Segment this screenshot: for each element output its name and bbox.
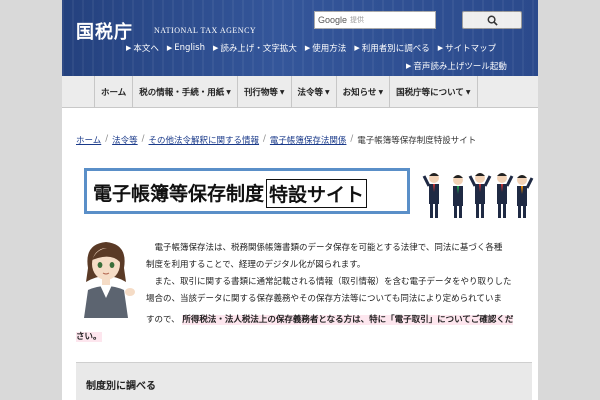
- caret-down-icon: ▼: [226, 88, 231, 96]
- site-header: 国税庁 NATIONAL TAX AGENCY Google 提供 ▶ 本文へ ▶…: [62, 0, 538, 76]
- breadcrumb: ホーム / 法令等 / その他法令解釈に関する情報 / 電子帳簿保存法関係 / …: [76, 134, 476, 146]
- arrow-right-icon: ▶: [126, 44, 132, 52]
- google-brand: Google: [318, 15, 348, 25]
- search-button[interactable]: [462, 11, 522, 29]
- arrow-right-icon: ▶: [213, 44, 219, 52]
- emphasis-text: 所得税法・法人税法上の保存義務者となる方は、特に「電子取引」についてご確認くだ: [182, 315, 514, 325]
- page-title-suffix: 特設サイト: [266, 179, 368, 208]
- utility-link-skip[interactable]: ▶ 本文へ: [126, 42, 159, 54]
- breadcrumb-home[interactable]: ホーム: [76, 134, 101, 146]
- arrow-right-icon: ▶: [166, 44, 173, 52]
- intro-line: すので、: [146, 315, 180, 325]
- arrow-right-icon: ▶: [304, 44, 311, 52]
- nav-news[interactable]: お知らせ ▼: [335, 76, 389, 108]
- utility-link-readaloud[interactable]: ▶ 読み上げ・文字拡大: [213, 42, 297, 54]
- nav-about[interactable]: 国税庁等について ▼: [389, 76, 478, 108]
- intro-line: 場合の、当該データに関する保存義務やその保存方法等についても同法により定められて…: [146, 294, 502, 304]
- intro-line: また、取引に関する書類に通常記載される情報（取引情報）を含む電子データをやり取り…: [154, 277, 512, 287]
- nav-publications[interactable]: 刊行物等 ▼: [236, 76, 291, 108]
- arrow-right-icon: ▶: [437, 44, 444, 52]
- utility-link-english[interactable]: ▶ English: [167, 42, 205, 54]
- section-by-system: 制度別に調べる: [76, 362, 532, 400]
- page-title-main: 電子帳簿等保存制度: [93, 183, 265, 205]
- breadcrumb-separator: /: [263, 134, 266, 144]
- arrow-right-icon: ▶: [354, 44, 360, 52]
- utility-link-byuser[interactable]: ▶ 利用者別に調べる: [354, 42, 429, 54]
- breadcrumb-separator: /: [105, 134, 109, 144]
- breadcrumb-separator: /: [141, 134, 145, 144]
- global-nav: ホーム 税の情報・手続・用紙 ▼ 刊行物等 ▼ 法令等 ▼ お知らせ ▼ 国税庁等につい…: [62, 76, 538, 108]
- intro-line: 電子帳簿保存法は、税務関係帳簿書類のデータ保存を可能とする法律で、同法に基づく各…: [154, 243, 503, 253]
- browser-page: 国税庁 NATIONAL TAX AGENCY Google 提供 ▶ 本文へ ▶…: [62, 0, 538, 400]
- search-icon: [487, 15, 498, 26]
- caret-down-icon: ▼: [325, 88, 330, 96]
- intro-emphasis: すので、 所得税法・法人税法上の保存義務者となる方は、特に「電子取引」についてご…: [76, 312, 530, 346]
- page-title: 電子帳簿等保存制度 特設サイト: [93, 179, 368, 208]
- breadcrumb-e-book-law[interactable]: 電子帳簿保存法関係: [270, 134, 347, 146]
- breadcrumb-separator: /: [350, 134, 354, 144]
- search-input[interactable]: Google 提供: [314, 11, 436, 29]
- breadcrumb-current: 電子帳簿等保存制度特設サイト: [357, 136, 477, 146]
- breadcrumb-laws[interactable]: 法令等: [112, 134, 138, 146]
- guide-avatar-illustration: [84, 242, 135, 318]
- utility-links: ▶ 本文へ ▶ English ▶ 読み上げ・文字拡大 ▶ 使用方法 ▶ 利用者別に調べる…: [126, 42, 496, 54]
- nav-home[interactable]: ホーム: [94, 76, 132, 108]
- nav-laws[interactable]: 法令等 ▼: [290, 76, 336, 108]
- nav-tax-info[interactable]: 税の情報・手続・用紙 ▼: [132, 76, 237, 108]
- site-logo-english: NATIONAL TAX AGENCY: [154, 26, 257, 35]
- caret-down-icon: ▼: [279, 88, 285, 96]
- breadcrumb-other-interpretations[interactable]: その他法令解釈に関する情報: [149, 134, 260, 146]
- intro-text: 電子帳簿保存法は、税務関係帳簿書類のデータ保存を可能とする法律で、同法に基づく各…: [146, 240, 530, 308]
- utility-link-sitemap[interactable]: ▶ サイトマップ: [438, 42, 496, 54]
- cheering-staff-illustration: [422, 173, 534, 218]
- intro-line: 制度を利用することで、経理のデジタル化が図られます。: [146, 260, 366, 270]
- caret-down-icon: ▼: [378, 88, 384, 96]
- site-logo[interactable]: 国税庁: [76, 18, 133, 44]
- page-title-banner: 電子帳簿等保存制度 特設サイト: [84, 168, 410, 214]
- section-title: 制度別に調べる: [86, 381, 156, 392]
- emphasis-text-end: さい。: [76, 332, 102, 342]
- arrow-right-icon: ▶: [406, 62, 412, 70]
- audio-tool-link[interactable]: ▶ 音声読み上げツール起動: [406, 60, 507, 72]
- caret-down-icon: ▼: [465, 88, 471, 96]
- utility-link-howto[interactable]: ▶ 使用方法: [305, 42, 346, 54]
- search-placeholder: 提供: [350, 16, 365, 24]
